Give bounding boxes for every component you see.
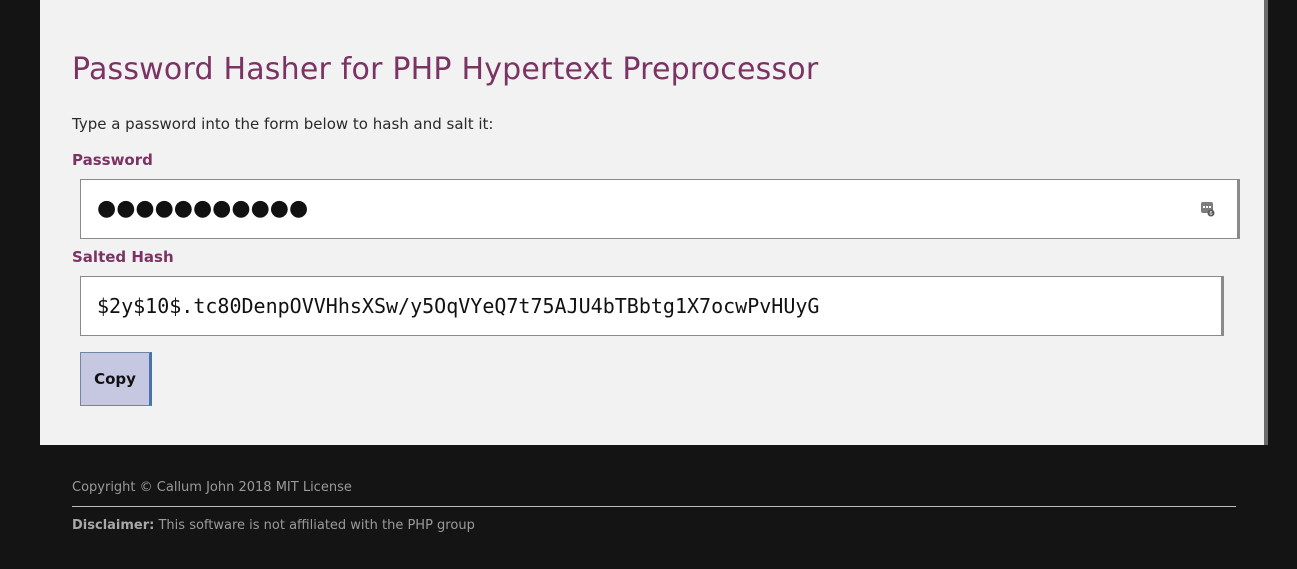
main-card: Password Hasher for PHP Hypertext Prepro… [40, 0, 1268, 445]
salted-hash-value: $2y$10$.tc80DenpOVVHhsXSw/y5OqVYeQ7t75AJ… [97, 294, 820, 318]
copy-button[interactable]: Copy [80, 352, 152, 406]
password-label: Password [72, 151, 153, 169]
salted-hash-label: Salted Hash [72, 248, 174, 266]
password-masked-value: ●●●●●●●●●●● [97, 196, 309, 221]
password-input[interactable]: ●●●●●●●●●●● 6 [80, 179, 1240, 239]
footer-copyright: Copyright © Callum John 2018 MIT License [72, 480, 352, 495]
salted-hash-field[interactable]: $2y$10$.tc80DenpOVVHhsXSw/y5OqVYeQ7t75AJ… [80, 276, 1224, 336]
svg-text:6: 6 [1209, 211, 1212, 217]
footer-divider [72, 506, 1236, 507]
intro-text: Type a password into the form below to h… [72, 115, 494, 133]
disclaimer-text: This software is not affiliated with the… [154, 518, 475, 533]
footer-disclaimer: Disclaimer: This software is not affilia… [72, 518, 475, 533]
password-manager-icon[interactable]: 6 [1201, 201, 1215, 217]
disclaimer-label: Disclaimer: [72, 518, 155, 533]
page-title: Password Hasher for PHP Hypertext Prepro… [72, 52, 819, 87]
